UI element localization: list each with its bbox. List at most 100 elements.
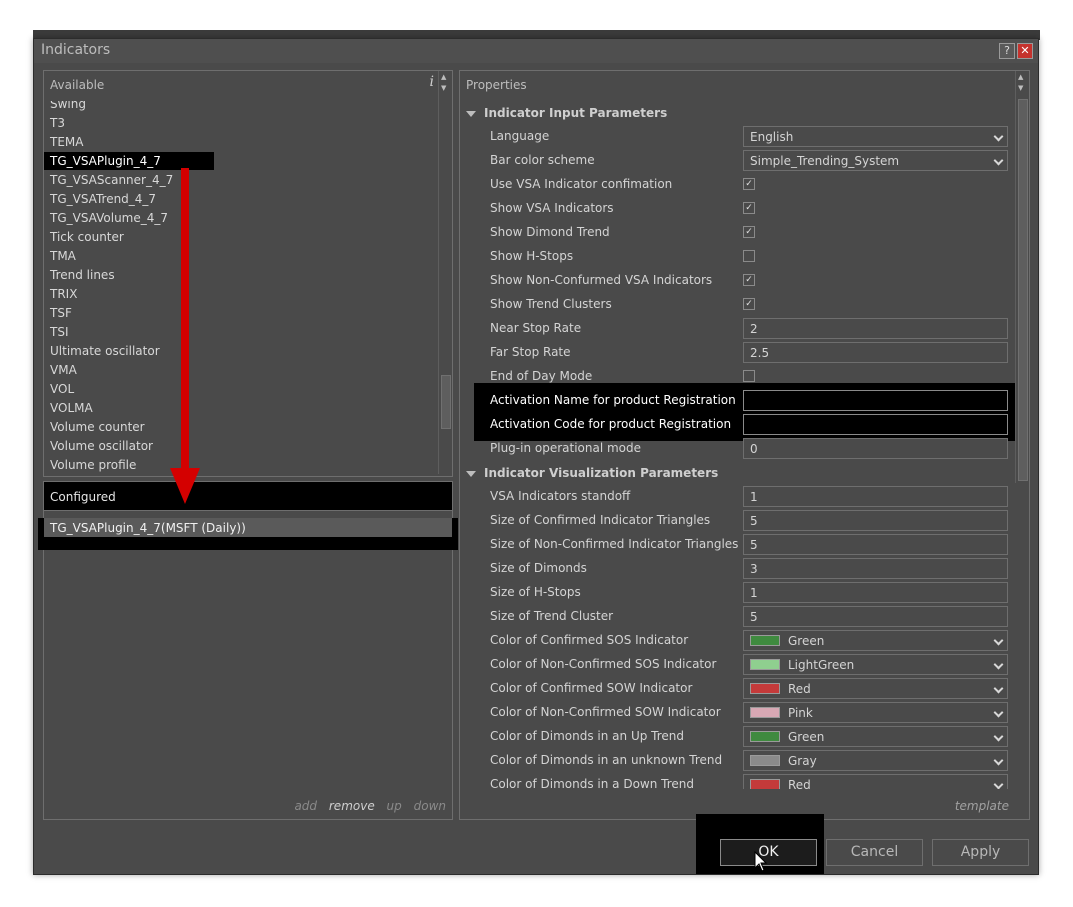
- property-input[interactable]: 5: [743, 606, 1008, 627]
- configured-item[interactable]: TG_VSAPlugin_4_7(MSFT (Daily)): [44, 518, 452, 537]
- props-scroll-down-icon[interactable]: ▼: [1018, 84, 1023, 92]
- property-row: Near Stop Rate 2: [460, 317, 1016, 341]
- down-link[interactable]: down: [414, 799, 446, 813]
- available-list-item[interactable]: TG_VSAScanner_4_7: [50, 173, 173, 187]
- property-label: Show Trend Clusters: [490, 297, 612, 311]
- remove-link[interactable]: remove: [329, 799, 375, 813]
- available-list-item[interactable]: TG_VSAVolume_4_7: [50, 211, 168, 225]
- property-row: Activation Code for product Registration: [460, 413, 1016, 437]
- configured-item-label: TG_VSAPlugin_4_7(MSFT (Daily)): [50, 521, 246, 535]
- mouse-cursor-icon: [754, 851, 768, 872]
- color-dropdown[interactable]: Red: [743, 678, 1008, 699]
- section-visualization-parameters[interactable]: Indicator Visualization Parameters: [466, 466, 718, 480]
- property-row: Far Stop Rate 2.5: [460, 341, 1016, 365]
- available-list-item[interactable]: TRIX: [50, 287, 77, 301]
- available-list-item[interactable]: Volume oscillator: [50, 439, 153, 453]
- section-input-parameters[interactable]: Indicator Input Parameters: [466, 106, 667, 120]
- available-list-item[interactable]: Trend lines: [50, 268, 115, 282]
- add-link[interactable]: add: [294, 799, 317, 813]
- help-button[interactable]: ?: [999, 43, 1015, 59]
- property-input[interactable]: 3: [743, 558, 1008, 579]
- apply-button[interactable]: Apply: [932, 839, 1029, 866]
- cancel-button[interactable]: Cancel: [826, 839, 923, 866]
- color-dropdown[interactable]: Pink: [743, 702, 1008, 723]
- annotation-arrow-icon: [170, 168, 200, 504]
- property-value: 5: [750, 514, 758, 528]
- property-checkbox[interactable]: ✓: [743, 226, 755, 238]
- close-button[interactable]: ✕: [1017, 43, 1033, 59]
- property-input[interactable]: 5: [743, 534, 1008, 555]
- available-list-item[interactable]: Volume profile: [50, 458, 136, 472]
- property-input[interactable]: 2: [743, 318, 1008, 339]
- available-list-item[interactable]: Volume counter: [50, 420, 145, 434]
- available-list-item[interactable]: VMA: [50, 363, 77, 377]
- scroll-down-icon[interactable]: ▼: [441, 84, 446, 92]
- property-input[interactable]: 5: [743, 510, 1008, 531]
- color-dropdown[interactable]: Red: [743, 774, 1008, 789]
- available-list-item[interactable]: TG_VSATrend_4_7: [50, 192, 156, 206]
- props-scroll-up-icon[interactable]: ▲: [1018, 73, 1023, 81]
- configured-header: Configured: [44, 482, 452, 511]
- available-list-item[interactable]: Swing: [50, 101, 86, 111]
- title-bar: Indicators ? ✕: [34, 39, 1038, 63]
- available-list-item[interactable]: VOLMA: [50, 401, 93, 415]
- property-input[interactable]: [743, 390, 1008, 411]
- property-row: Show VSA Indicators ✓: [460, 197, 1016, 221]
- property-input[interactable]: 2.5: [743, 342, 1008, 363]
- available-scrollbar[interactable]: ▲ ▼: [438, 71, 451, 474]
- available-list-item[interactable]: Ultimate oscillator: [50, 344, 160, 358]
- properties-scroll-thumb[interactable]: [1018, 99, 1028, 481]
- available-list-item[interactable]: TMA: [50, 249, 76, 263]
- available-scroll-thumb[interactable]: [441, 375, 451, 429]
- configured-panel: Configured TG_VSAPlugin_4_7(MSFT (Daily)…: [38, 481, 458, 820]
- property-row: Show Dimond Trend ✓: [460, 221, 1016, 245]
- section-title: Indicator Input Parameters: [484, 106, 668, 120]
- available-list-item[interactable]: Tick counter: [50, 230, 124, 244]
- property-row: Activation Name for product Registration: [460, 389, 1016, 413]
- property-value: 2: [750, 322, 758, 336]
- color-swatch: [750, 635, 780, 646]
- ok-button[interactable]: OK: [720, 839, 817, 866]
- property-row: Bar color scheme Simple_Trending_System: [460, 149, 1016, 173]
- color-name: Pink: [788, 706, 813, 720]
- property-input[interactable]: 1: [743, 486, 1008, 507]
- collapse-triangle-icon[interactable]: [466, 110, 476, 117]
- property-row: Show Trend Clusters ✓: [460, 293, 1016, 317]
- available-list-item[interactable]: TSI: [50, 325, 69, 339]
- property-checkbox[interactable]: ✓: [743, 298, 755, 310]
- up-link[interactable]: up: [387, 799, 402, 813]
- collapse-triangle-icon[interactable]: [466, 470, 476, 477]
- property-row: Size of H-Stops 1: [460, 581, 1016, 605]
- properties-scrollbar[interactable]: ▲ ▼: [1015, 71, 1028, 483]
- property-dropdown[interactable]: Simple_Trending_System: [743, 150, 1008, 171]
- scroll-up-icon[interactable]: ▲: [441, 73, 446, 81]
- property-input[interactable]: 0: [743, 438, 1008, 459]
- property-dropdown[interactable]: English: [743, 126, 1008, 147]
- color-dropdown[interactable]: LightGreen: [743, 654, 1008, 675]
- property-value: Simple_Trending_System: [750, 154, 900, 168]
- color-dropdown[interactable]: Green: [743, 630, 1008, 651]
- property-checkbox[interactable]: ✓: [743, 274, 755, 286]
- property-checkbox[interactable]: [743, 250, 755, 262]
- color-swatch: [750, 755, 780, 766]
- property-checkbox[interactable]: ✓: [743, 202, 755, 214]
- color-dropdown[interactable]: Green: [743, 726, 1008, 747]
- property-checkbox[interactable]: [743, 370, 755, 382]
- template-link[interactable]: template: [955, 799, 1009, 813]
- property-row: Size of Confirmed Indicator Triangles 5: [460, 509, 1016, 533]
- available-list-item[interactable]: T3: [50, 116, 65, 130]
- property-checkbox[interactable]: ✓: [743, 178, 755, 190]
- property-value: 3: [750, 562, 758, 576]
- available-list-item[interactable]: VOL: [50, 382, 74, 396]
- property-label: Color of Dimonds in an unknown Trend: [490, 753, 723, 767]
- property-label: Near Stop Rate: [490, 321, 582, 335]
- info-icon[interactable]: i: [430, 74, 434, 90]
- available-list-item[interactable]: TSF: [50, 306, 72, 320]
- configured-actions: add remove up down: [286, 799, 446, 813]
- property-input[interactable]: 1: [743, 582, 1008, 603]
- property-input[interactable]: [743, 414, 1008, 435]
- available-list-item[interactable]: TEMA: [50, 135, 83, 149]
- property-row: Color of Non-Confirmed SOS Indicator Ligh…: [460, 653, 1016, 677]
- properties-grid: Indicator Input Parameters Language Englis…: [460, 101, 1016, 789]
- color-dropdown[interactable]: Gray: [743, 750, 1008, 771]
